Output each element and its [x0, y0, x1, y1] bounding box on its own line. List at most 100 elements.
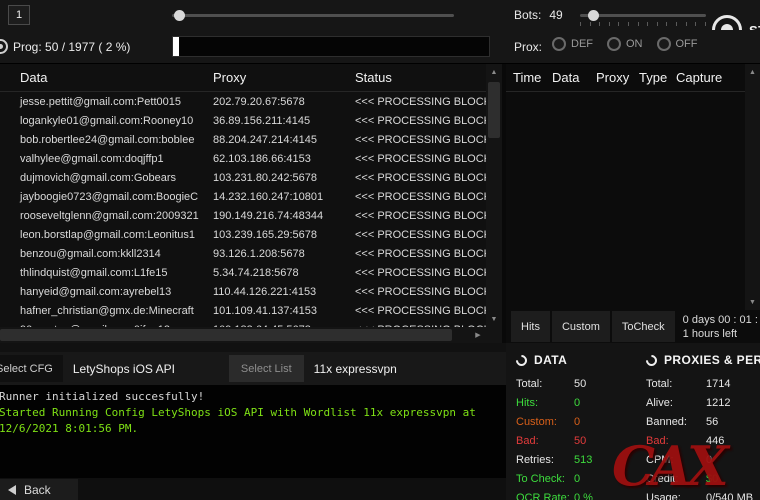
data-stats-header: DATA	[516, 351, 640, 369]
column-header-type[interactable]: Type	[639, 70, 676, 85]
slider-tick	[705, 22, 706, 26]
stat-value: 1714	[706, 375, 730, 394]
stat-line: Alive:1212	[646, 394, 760, 413]
cell-data: dujmovich@gmail.com:Gobears	[0, 172, 213, 184]
table-row[interactable]: benzou@gmail.com:kkll231493.126.1.208:56…	[0, 244, 486, 263]
stat-line: Credit:$0	[646, 470, 760, 489]
results-rows: jesse.pettit@gmail.com:Pett0015202.79.20…	[0, 92, 486, 327]
config-row: Select CFG LetyShops iOS API Select List…	[0, 352, 506, 385]
column-header-time[interactable]: Time	[506, 70, 552, 85]
cell-data: leon.borstlap@gmail.com:Leonitus1	[0, 229, 213, 241]
cell-proxy: 110.44.126.221:4153	[213, 286, 355, 298]
cell-status: <<< PROCESSING BLOCK	[355, 286, 486, 298]
data-stats-ring-icon	[514, 352, 530, 368]
proxy-mode-def[interactable]: DEF	[552, 37, 593, 51]
results-hscrollbar[interactable]: ▶	[0, 327, 486, 343]
table-row[interactable]: logankyle01@gmail.com:Rooney1036.89.156.…	[0, 111, 486, 130]
stat-value: 0/540 MB	[706, 489, 753, 500]
threads-input[interactable]: 1	[8, 5, 30, 25]
cell-status: <<< PROCESSING BLOCK	[355, 248, 486, 260]
stat-line: Custom:0	[516, 413, 640, 432]
bots-value: 49	[549, 8, 562, 22]
slider-tick	[638, 22, 639, 26]
hscroll-thumb[interactable]	[0, 329, 452, 341]
cell-data: valhylee@gmail.com:doqjffp1	[0, 153, 213, 165]
main-slider[interactable]	[172, 4, 454, 26]
tab-custom[interactable]: Custom	[552, 311, 610, 342]
stat-label: CPM:	[646, 451, 706, 470]
stat-label: OCR Rate:	[516, 489, 574, 500]
cell-proxy: 103.239.165.29:5678	[213, 229, 355, 241]
stat-value: 0	[706, 451, 712, 470]
stat-line: Total:1714	[646, 375, 760, 394]
column-header-data[interactable]: Data	[0, 70, 213, 85]
log-line: Runner initialized succesfully!	[0, 389, 500, 405]
back-arrow-icon	[8, 485, 16, 495]
hits-tabs-row: Hits Custom ToCheck 0 days 00 : 01 : 1 h…	[506, 310, 760, 343]
table-row[interactable]: leon.borstlap@gmail.com:Leonitus1103.239…	[0, 225, 486, 244]
progress-text: Prog: 50 / 1977 ( 2 %)	[13, 40, 130, 54]
cell-proxy: 88.204.247.214:4145	[213, 134, 355, 146]
table-row[interactable]: jayboogie0723@gmail.com:BoogieC14.232.16…	[0, 187, 486, 206]
radio-label-off: OFF	[676, 38, 698, 50]
scroll-down-icon[interactable]: ▼	[745, 294, 760, 310]
column-header-hits-data[interactable]: Data	[552, 70, 596, 85]
table-row[interactable]: jesse.pettit@gmail.com:Pett0015202.79.20…	[0, 92, 486, 111]
stat-label: Alive:	[646, 394, 706, 413]
stat-label: Usage:	[646, 489, 706, 500]
cell-status: <<< PROCESSING BLOCK	[355, 229, 486, 241]
tab-tocheck[interactable]: ToCheck	[612, 311, 675, 342]
stat-label: Custom:	[516, 413, 574, 432]
cell-data: thlindquist@gmail.com:L1fe15	[0, 267, 213, 279]
table-row[interactable]: thlindquist@gmail.com:L1fe155.34.74.218:…	[0, 263, 486, 282]
bots-slider-thumb[interactable]	[588, 10, 599, 21]
radio-icon	[552, 37, 566, 51]
slider-tick	[609, 22, 610, 26]
back-button[interactable]: Back	[0, 479, 78, 500]
results-vscrollbar[interactable]: ▲ ▼	[486, 64, 502, 327]
table-row[interactable]: hafner_christian@gmx.de:Minecraft101.109…	[0, 301, 486, 320]
progress-row: Prog: 50 / 1977 ( 2 %) Prox: DEF ON OFF	[0, 30, 760, 64]
log-lines: Runner initialized succesfully!Started R…	[0, 389, 500, 437]
tab-hits[interactable]: Hits	[511, 311, 550, 342]
slider-tick	[618, 22, 619, 26]
stat-value: 56	[706, 413, 718, 432]
cell-data: bob.robertlee24@gmail.com:boblee	[0, 134, 213, 146]
cell-status: <<< PROCESSING BLOCK	[355, 305, 486, 317]
select-config-button[interactable]: Select CFG	[0, 355, 63, 382]
scroll-down-icon[interactable]: ▼	[486, 311, 502, 327]
table-row[interactable]: rooseveltglenn@gmail.com:2009321190.149.…	[0, 206, 486, 225]
proxy-mode-on[interactable]: ON	[607, 37, 643, 51]
cell-data: hafner_christian@gmx.de:Minecraft	[0, 305, 213, 317]
scroll-up-icon[interactable]: ▲	[486, 64, 502, 80]
table-row[interactable]: hanyeid@gmail.com:ayrebel13110.44.126.22…	[0, 282, 486, 301]
progress-record-icon	[0, 39, 8, 54]
stat-label: Hits:	[516, 394, 574, 413]
cell-data: hanyeid@gmail.com:ayrebel13	[0, 286, 213, 298]
scroll-right-icon[interactable]: ▶	[470, 327, 486, 343]
data-stats-title: DATA	[534, 353, 567, 367]
runner-window: 1 Bots:49 STOP Prog: 50 / 1977 ( 2 %) Pr…	[0, 0, 760, 500]
table-row[interactable]: valhylee@gmail.com:doqjffp162.103.186.66…	[0, 149, 486, 168]
proxy-stats-list: Total:1714Alive:1212Banned:56Bad:446CPM:…	[646, 375, 760, 500]
table-row[interactable]: bob.robertlee24@gmail.com:boblee88.204.2…	[0, 130, 486, 149]
hits-table-header: Time Data Proxy Type Capture	[506, 64, 760, 92]
bots-slider-ticks	[580, 22, 706, 26]
slider-tick	[628, 22, 629, 26]
scroll-up-icon[interactable]: ▲	[745, 64, 760, 80]
slider-thumb[interactable]	[174, 10, 185, 21]
cell-proxy: 62.103.186.66:4153	[213, 153, 355, 165]
cell-status: <<< PROCESSING BLOCK	[355, 115, 486, 127]
column-header-proxy[interactable]: Proxy	[213, 70, 355, 85]
slider-tick	[686, 22, 687, 26]
hits-vscrollbar[interactable]: ▲ ▼	[745, 64, 760, 310]
column-header-hits-proxy[interactable]: Proxy	[596, 70, 639, 85]
vscroll-thumb[interactable]	[488, 82, 500, 138]
stat-line: Hits:0	[516, 394, 640, 413]
stat-value: $0	[706, 470, 718, 489]
column-header-status[interactable]: Status	[355, 70, 502, 85]
table-row[interactable]: 90egerton@gmail.com:0ifuq12109.183.64.45…	[0, 320, 486, 327]
select-list-button[interactable]: Select List	[229, 355, 304, 382]
table-row[interactable]: dujmovich@gmail.com:Gobears103.231.80.24…	[0, 168, 486, 187]
proxy-mode-off[interactable]: OFF	[657, 37, 698, 51]
